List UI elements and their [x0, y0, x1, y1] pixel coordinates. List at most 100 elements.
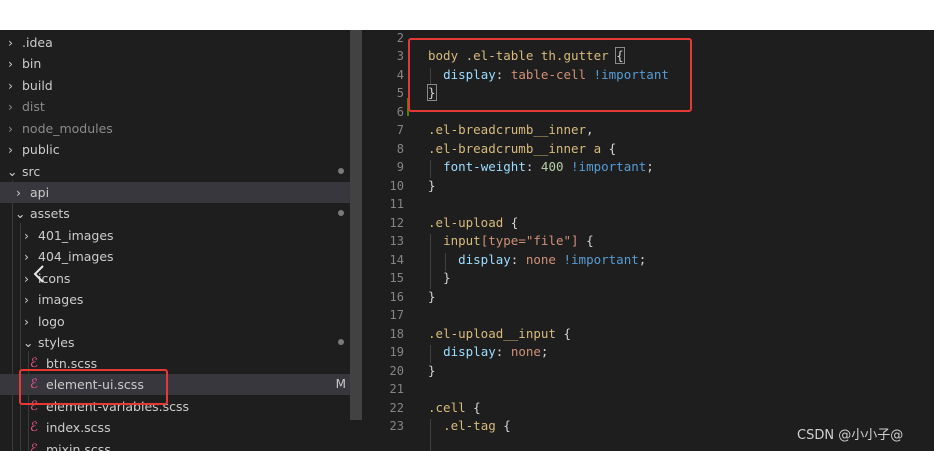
tree-item-label: mixin.scss	[46, 442, 111, 451]
tree-item-label: node_modules	[22, 121, 113, 136]
brace: }	[428, 289, 436, 304]
chevron-right-icon: ›	[8, 121, 13, 136]
code-line-15: }	[428, 270, 451, 285]
folder-dist[interactable]: › dist	[0, 96, 350, 117]
code-line-10: }	[428, 178, 436, 193]
folder-node-modules[interactable]: › node_modules	[0, 118, 350, 139]
folder-src[interactable]: ⌄ src	[0, 161, 350, 182]
folder-idea[interactable]: › .idea	[0, 32, 350, 53]
brace: }	[443, 270, 451, 285]
file-mixin-scss[interactable]: ℰ mixin.scss	[0, 439, 350, 451]
tree-item-label: dist	[22, 99, 45, 114]
folder-styles[interactable]: ⌄ styles	[0, 332, 350, 353]
modified-dot-icon	[338, 339, 344, 345]
tree-item-label: images	[38, 292, 84, 307]
chevron-right-icon: ›	[24, 314, 29, 329]
chevron-right-icon: ›	[8, 99, 13, 114]
css-value: none	[510, 344, 541, 359]
file-index-scss[interactable]: ℰ index.scss	[0, 417, 350, 438]
tree-item-label: api	[30, 185, 50, 200]
chevron-right-icon: ›	[8, 35, 13, 50]
code-line-16: }	[428, 289, 436, 304]
code-line-13: input[type="file"] {	[443, 233, 594, 248]
folder-images[interactable]: › images	[0, 289, 350, 310]
css-selector: .cell	[428, 400, 466, 415]
code-line-8: .el-breadcrumb__inner a {	[428, 141, 617, 156]
chevron-down-icon: ⌄	[23, 335, 34, 350]
css-value: none	[525, 252, 556, 267]
css-selector: .el-tag	[443, 418, 496, 433]
brace: }	[428, 178, 436, 193]
line-number: 3	[396, 49, 404, 63]
line-number: 7	[396, 123, 404, 137]
code-line-20: }	[428, 363, 436, 378]
sass-file-icon: ℰ	[30, 442, 38, 451]
chevron-right-icon: ›	[24, 228, 29, 243]
line-number: 16	[389, 290, 404, 304]
css-selector: .el-upload__input	[428, 326, 556, 341]
modified-dot-icon	[338, 210, 344, 216]
folder-logo[interactable]: › logo	[0, 311, 350, 332]
tree-item-label: public	[22, 142, 60, 157]
line-number: 13	[389, 234, 404, 248]
tree-item-label: logo	[38, 314, 65, 329]
chevron-right-icon: ›	[24, 292, 29, 307]
folder-public[interactable]: › public	[0, 139, 350, 160]
line-number: 9	[396, 160, 404, 174]
line-number: 11	[389, 197, 404, 211]
css-selector: .el-breadcrumb__inner	[428, 122, 587, 137]
css-attribute: [type="file"]	[480, 233, 579, 248]
chevron-right-icon: ›	[8, 78, 13, 93]
tree-item-label: build	[22, 78, 53, 93]
annotation-box-code	[408, 38, 692, 112]
css-selector: .el-breadcrumb__inner a	[428, 141, 602, 156]
chevron-right-icon: ›	[8, 142, 13, 157]
code-line-23: .el-tag {	[443, 418, 511, 433]
line-number: 21	[389, 382, 404, 396]
code-line-9: font-weight: 400 !important;	[443, 159, 654, 174]
css-important: !important	[571, 159, 647, 174]
chevron-right-icon: ›	[24, 249, 29, 264]
line-number: 19	[389, 345, 404, 359]
panel-divider	[362, 30, 384, 451]
folder-bin[interactable]: › bin	[0, 53, 350, 74]
modified-badge: M	[335, 377, 346, 391]
css-selector: input	[443, 233, 481, 248]
folder-assets[interactable]: ⌄ assets	[0, 203, 350, 224]
css-property: display	[458, 252, 511, 267]
chevron-right-icon: ›	[8, 56, 13, 71]
css-selector: .el-upload	[428, 215, 504, 230]
line-number: 20	[389, 364, 404, 378]
chevron-down-icon: ⌄	[15, 206, 26, 221]
folder-icons[interactable]: › icons	[0, 268, 350, 289]
back-arrow-icon[interactable]	[28, 262, 52, 286]
code-line-7: .el-breadcrumb__inner,	[428, 122, 594, 137]
explorer-scrollbar[interactable]	[350, 30, 362, 420]
folder-api[interactable]: › api	[0, 182, 350, 203]
folder-401-images[interactable]: › 401_images	[0, 225, 350, 246]
line-number: 6	[396, 105, 404, 119]
code-line-12: .el-upload {	[428, 215, 519, 230]
line-number: 2	[396, 31, 404, 45]
annotation-box-file	[19, 369, 168, 405]
tree-item-label: src	[22, 164, 41, 179]
line-number: 5	[396, 86, 404, 100]
folder-404-images[interactable]: › 404_images	[0, 246, 350, 267]
line-number: 8	[396, 142, 404, 156]
line-number: 17	[389, 308, 404, 322]
modified-dot-icon	[338, 168, 344, 174]
css-property: display	[443, 344, 496, 359]
line-number: 18	[389, 327, 404, 341]
line-number: 22	[389, 401, 404, 415]
brace: }	[428, 363, 436, 378]
tree-item-label: .idea	[22, 35, 53, 50]
line-number: 12	[389, 216, 404, 230]
code-line-18: .el-upload__input {	[428, 326, 571, 341]
line-number: 10	[389, 179, 404, 193]
css-important: !important	[563, 252, 639, 267]
css-number: 400	[540, 159, 564, 174]
tree-item-label: index.scss	[46, 420, 111, 435]
line-number: 4	[396, 68, 404, 82]
code-line-14: display: none !important;	[458, 252, 647, 267]
folder-build[interactable]: › build	[0, 75, 350, 96]
